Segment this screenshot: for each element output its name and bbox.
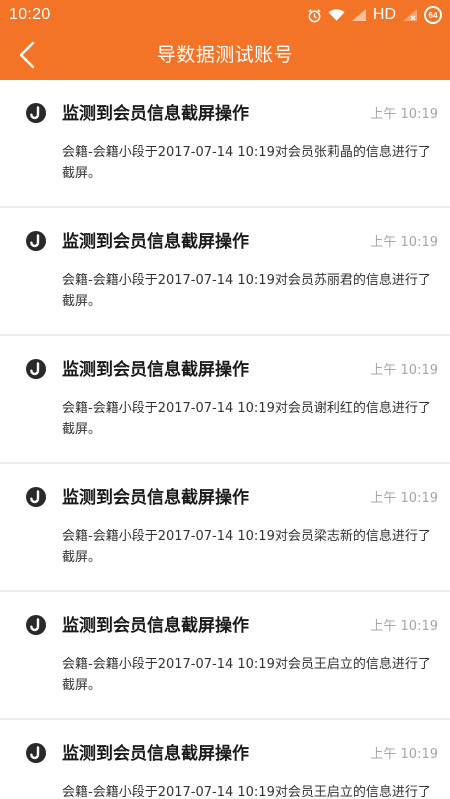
nav-bar: 导数据测试账号 [0, 30, 450, 80]
page-title: 导数据测试账号 [156, 44, 294, 66]
message-title: 监测到会员信息截屏操作 [62, 744, 249, 764]
message-body: 会籍-会籍小段于2017-07-14 10:19对会员梁志新的信息进行了截屏。 [62, 529, 431, 565]
message-title: 监测到会员信息截屏操作 [62, 616, 249, 636]
status-icons: HD 64 [307, 0, 442, 30]
alert-clock-icon [26, 743, 46, 763]
message-title: 监测到会员信息截屏操作 [62, 232, 249, 252]
message-time: 上午 10:19 [370, 235, 438, 250]
battery-icon: 64 [424, 6, 442, 24]
battery-level: 64 [428, 10, 438, 20]
status-time: 10:20 [9, 6, 51, 23]
message-body: 会籍-会籍小段于2017-07-14 10:19对会员张莉晶的信息进行了截屏。 [62, 145, 431, 181]
message-item[interactable]: 监测到会员信息截屏操作 上午 10:19 会籍-会籍小段于2017-07-14 … [0, 336, 450, 462]
signal-icon [351, 8, 367, 22]
message-item[interactable]: 监测到会员信息截屏操作 上午 10:19 会籍-会籍小段于2017-07-14 … [0, 720, 450, 799]
alarm-icon [307, 8, 322, 23]
alert-clock-icon [26, 487, 46, 507]
alert-clock-icon [26, 359, 46, 379]
message-body: 会籍-会籍小段于2017-07-14 10:19对会员苏丽君的信息进行了截屏。 [62, 273, 431, 309]
message-time: 上午 10:19 [370, 107, 438, 122]
status-bar: 10:20 HD 64 [0, 0, 450, 30]
network-type-label: HD [372, 6, 396, 23]
alert-clock-icon [26, 231, 46, 251]
message-item[interactable]: 监测到会员信息截屏操作 上午 10:19 会籍-会籍小段于2017-07-14 … [0, 464, 450, 590]
message-time: 上午 10:19 [370, 491, 438, 506]
message-item[interactable]: 监测到会员信息截屏操作 上午 10:19 会籍-会籍小段于2017-07-14 … [0, 80, 450, 206]
alert-clock-icon [26, 615, 46, 635]
message-title: 监测到会员信息截屏操作 [62, 104, 249, 124]
message-title: 监测到会员信息截屏操作 [62, 360, 249, 380]
message-item[interactable]: 监测到会员信息截屏操作 上午 10:19 会籍-会籍小段于2017-07-14 … [0, 592, 450, 718]
alert-clock-icon [26, 103, 46, 123]
wifi-icon [328, 8, 345, 22]
message-title: 监测到会员信息截屏操作 [62, 488, 249, 508]
message-time: 上午 10:19 [370, 619, 438, 634]
message-body: 会籍-会籍小段于2017-07-14 10:19对会员谢利红的信息进行了截屏。 [62, 401, 431, 437]
message-body: 会籍-会籍小段于2017-07-14 10:19对会员王启立的信息进行了截 [62, 785, 431, 799]
message-body: 会籍-会籍小段于2017-07-14 10:19对会员王启立的信息进行了截屏。 [62, 657, 431, 693]
message-time: 上午 10:19 [370, 747, 438, 762]
message-time: 上午 10:19 [370, 363, 438, 378]
no-signal-icon [402, 8, 418, 22]
message-item[interactable]: 监测到会员信息截屏操作 上午 10:19 会籍-会籍小段于2017-07-14 … [0, 208, 450, 334]
